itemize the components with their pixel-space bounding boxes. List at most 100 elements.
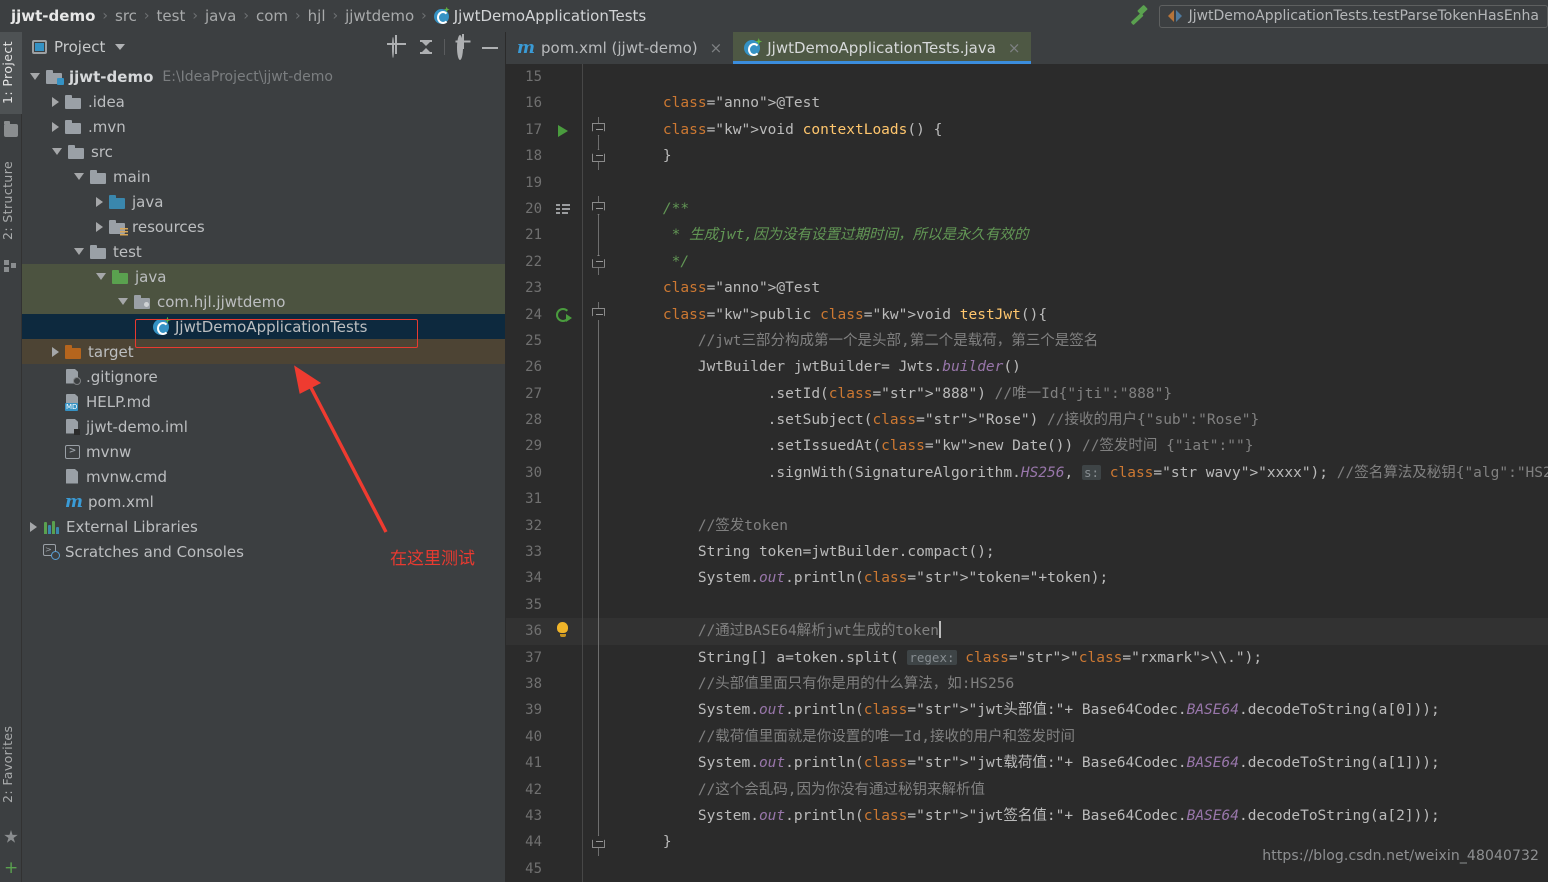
code-line[interactable]: 15 <box>506 64 1548 91</box>
tree-node-help-md[interactable]: MD HELP.md <box>22 389 505 414</box>
code-line[interactable]: 26 JwtBuilder jwtBuilder= Jwts.builder() <box>506 354 1548 381</box>
tree-node-java[interactable]: java <box>22 264 505 289</box>
rerun-test-icon[interactable] <box>556 307 572 322</box>
tab-pom-xml[interactable]: m pom.xml (jjwt-demo) × <box>506 32 733 64</box>
code-line[interactable]: 30 .signWith(SignatureAlgorithm.HS256, s… <box>506 459 1548 487</box>
fold-region-icon[interactable] <box>592 122 605 136</box>
code-line[interactable]: 32 //签发token <box>506 512 1548 540</box>
code-line[interactable]: 39 System.out.println(class="str">"jwt头部… <box>506 697 1548 724</box>
breadcrumb-item-class[interactable]: JjwtDemoApplicationTests <box>431 7 649 25</box>
tree-disclosure-arrow[interactable] <box>74 173 84 180</box>
code-line[interactable]: 17 class="kw">void contextLoads() { <box>506 116 1548 144</box>
close-icon[interactable]: × <box>1008 39 1021 57</box>
add-button[interactable]: + <box>4 860 18 877</box>
breadcrumb-item-hjl[interactable]: hjl <box>305 7 329 25</box>
tree-node-java[interactable]: java <box>22 189 505 214</box>
collapse-all-icon[interactable] <box>417 38 435 56</box>
code-line[interactable]: 16 class="anno">@Test <box>506 90 1548 117</box>
tree-disclosure-arrow[interactable] <box>74 248 84 255</box>
fold-region-icon[interactable] <box>592 254 605 268</box>
gutter-markers <box>550 433 582 459</box>
tree-disclosure-arrow[interactable] <box>96 196 103 207</box>
project-tree[interactable]: jjwt-demo E:\IdeaProject\jjwt-demo .idea .m… <box>22 62 505 882</box>
tree-node-target[interactable]: target <box>22 339 505 364</box>
close-icon[interactable]: × <box>710 39 723 57</box>
structure-icon <box>4 260 18 273</box>
tree-node-gitignore[interactable]: .gitignore <box>22 364 505 389</box>
code-line[interactable]: 28 .setSubject(class="str">"Rose") //接收的… <box>506 407 1548 434</box>
code-line[interactable]: 27 .setId(class="str">"888") //唯一Id{"jti… <box>506 380 1548 408</box>
breadcrumb-item-com[interactable]: com <box>253 7 291 25</box>
tree-disclosure-arrow[interactable] <box>96 273 106 280</box>
code-line[interactable]: 29 .setIssuedAt(class="kw">new Date()) /… <box>506 433 1548 460</box>
fold-region-icon[interactable] <box>592 201 605 215</box>
tree-node-mvnw-cmd[interactable]: mvnw.cmd <box>22 464 505 489</box>
tree-node-jjwt-demo[interactable]: jjwt-demo E:\IdeaProject\jjwt-demo <box>22 64 505 89</box>
code-line[interactable]: 37 String[] a=token.split( regex: class=… <box>506 644 1548 671</box>
breadcrumb-item-test[interactable]: test <box>154 7 189 25</box>
tree-node-main[interactable]: main <box>22 164 505 189</box>
code-line[interactable]: 18 } <box>506 143 1548 170</box>
code-line[interactable]: 24 class="kw">public class="kw">void tes… <box>506 301 1548 328</box>
tree-node-label: java <box>132 192 164 211</box>
code-editor[interactable]: 15 16 class="anno">@Test 17 class="kw">voi… <box>506 64 1548 882</box>
code-line[interactable]: 42 //这个会乱码,因为你没有通过秘钥来解析值 <box>506 776 1548 803</box>
tree-node-src[interactable]: src <box>22 139 505 164</box>
gutter-markers <box>550 64 582 90</box>
tree-disclosure-arrow[interactable] <box>118 298 128 305</box>
fold-region-icon[interactable] <box>592 835 605 849</box>
tree-node-jjwt-demo-iml[interactable]: jjwt-demo.iml <box>22 414 505 439</box>
code-line[interactable]: 41 System.out.println(class="str">"jwt载荷… <box>506 750 1548 777</box>
tab-jjwt-demo-application-tests[interactable]: JjwtDemoApplicationTests.java × <box>733 32 1032 64</box>
gutter-markers <box>550 381 582 407</box>
gear-icon[interactable] <box>454 35 472 60</box>
code-line[interactable]: 22 */ <box>506 248 1548 276</box>
tree-node-mvnw[interactable]: > mvnw <box>22 439 505 464</box>
code-line[interactable]: 35 <box>506 591 1548 619</box>
breadcrumb-item-java[interactable]: java <box>202 7 239 25</box>
tree-node-test[interactable]: test <box>22 239 505 264</box>
hammer-icon[interactable] <box>1127 6 1149 26</box>
tree-node-com-hjl-jjwtdemo[interactable]: com.hjl.jjwtdemo <box>22 289 505 314</box>
fold-region-icon[interactable] <box>592 307 605 321</box>
intention-bulb-icon[interactable] <box>557 622 568 638</box>
run-test-icon[interactable] <box>558 124 568 137</box>
tree-node-jjwtdemoapplicationtests[interactable]: JjwtDemoApplicationTests <box>22 314 505 339</box>
code-line[interactable]: 36 //通过BASE64解析jwt生成的token <box>506 618 1548 645</box>
tree-node-idea[interactable]: .idea <box>22 89 505 114</box>
code-line[interactable]: 20 /** <box>506 195 1548 223</box>
tree-disclosure-arrow[interactable] <box>30 521 37 532</box>
code-line[interactable]: 38 //头部值里面只有你是用的什么算法，如:HS256 <box>506 670 1548 698</box>
tree-disclosure-arrow[interactable] <box>52 346 59 357</box>
fold-region-icon[interactable] <box>592 149 605 163</box>
code-line[interactable]: 34 System.out.println(class="str">"token… <box>506 565 1548 592</box>
tree-node-pom-xml[interactable]: m pom.xml <box>22 489 505 514</box>
breadcrumb-item-jjwtdemo[interactable]: jjwtdemo <box>342 7 417 25</box>
tree-node-external-libraries[interactable]: External Libraries <box>22 514 505 539</box>
chevron-down-icon[interactable] <box>115 44 126 50</box>
sidebar-item-project[interactable]: 1: Project <box>0 32 22 114</box>
tree-disclosure-arrow[interactable] <box>30 73 40 80</box>
tree-disclosure-arrow[interactable] <box>52 121 59 132</box>
breadcrumb-item-project[interactable]: jjwt-demo <box>8 7 98 25</box>
code-line[interactable]: 40 //载荷值里面就是你设置的唯一Id,接收的用户和签发时间 <box>506 723 1548 751</box>
code-line[interactable]: 43 System.out.println(class="str">"jwt签名… <box>506 802 1548 830</box>
run-configuration-selector[interactable]: JjwtDemoApplicationTests.testParseTokenH… <box>1158 4 1548 28</box>
tree-node-mvn[interactable]: .mvn <box>22 114 505 139</box>
code-line[interactable]: 21 * 生成jwt,因为没有设置过期时间，所以是永久有效的 <box>506 222 1548 249</box>
code-line[interactable]: 23 class="anno">@Test <box>506 275 1548 302</box>
breadcrumb-item-src[interactable]: src <box>112 7 140 25</box>
sidebar-item-favorites[interactable]: 2: Favorites <box>0 712 22 816</box>
code-line[interactable]: 25 //jwt三部分构成第一个是头部,第二个是载荷，第三个是签名 <box>506 327 1548 355</box>
tree-disclosure-arrow[interactable] <box>52 148 62 155</box>
code-line[interactable]: 19 <box>506 169 1548 196</box>
sidebar-item-structure[interactable]: 2: Structure <box>0 150 22 250</box>
tree-disclosure-arrow[interactable] <box>96 221 103 232</box>
code-line[interactable]: 31 <box>506 486 1548 513</box>
tree-node-resources[interactable]: resources <box>22 214 505 239</box>
code-line[interactable]: 33 String token=jwtBuilder.compact(); <box>506 539 1548 566</box>
locate-icon[interactable] <box>390 37 408 58</box>
minimize-icon[interactable] <box>481 38 499 56</box>
tree-disclosure-arrow[interactable] <box>52 96 59 107</box>
project-title-dropdown[interactable]: Project <box>32 38 126 56</box>
